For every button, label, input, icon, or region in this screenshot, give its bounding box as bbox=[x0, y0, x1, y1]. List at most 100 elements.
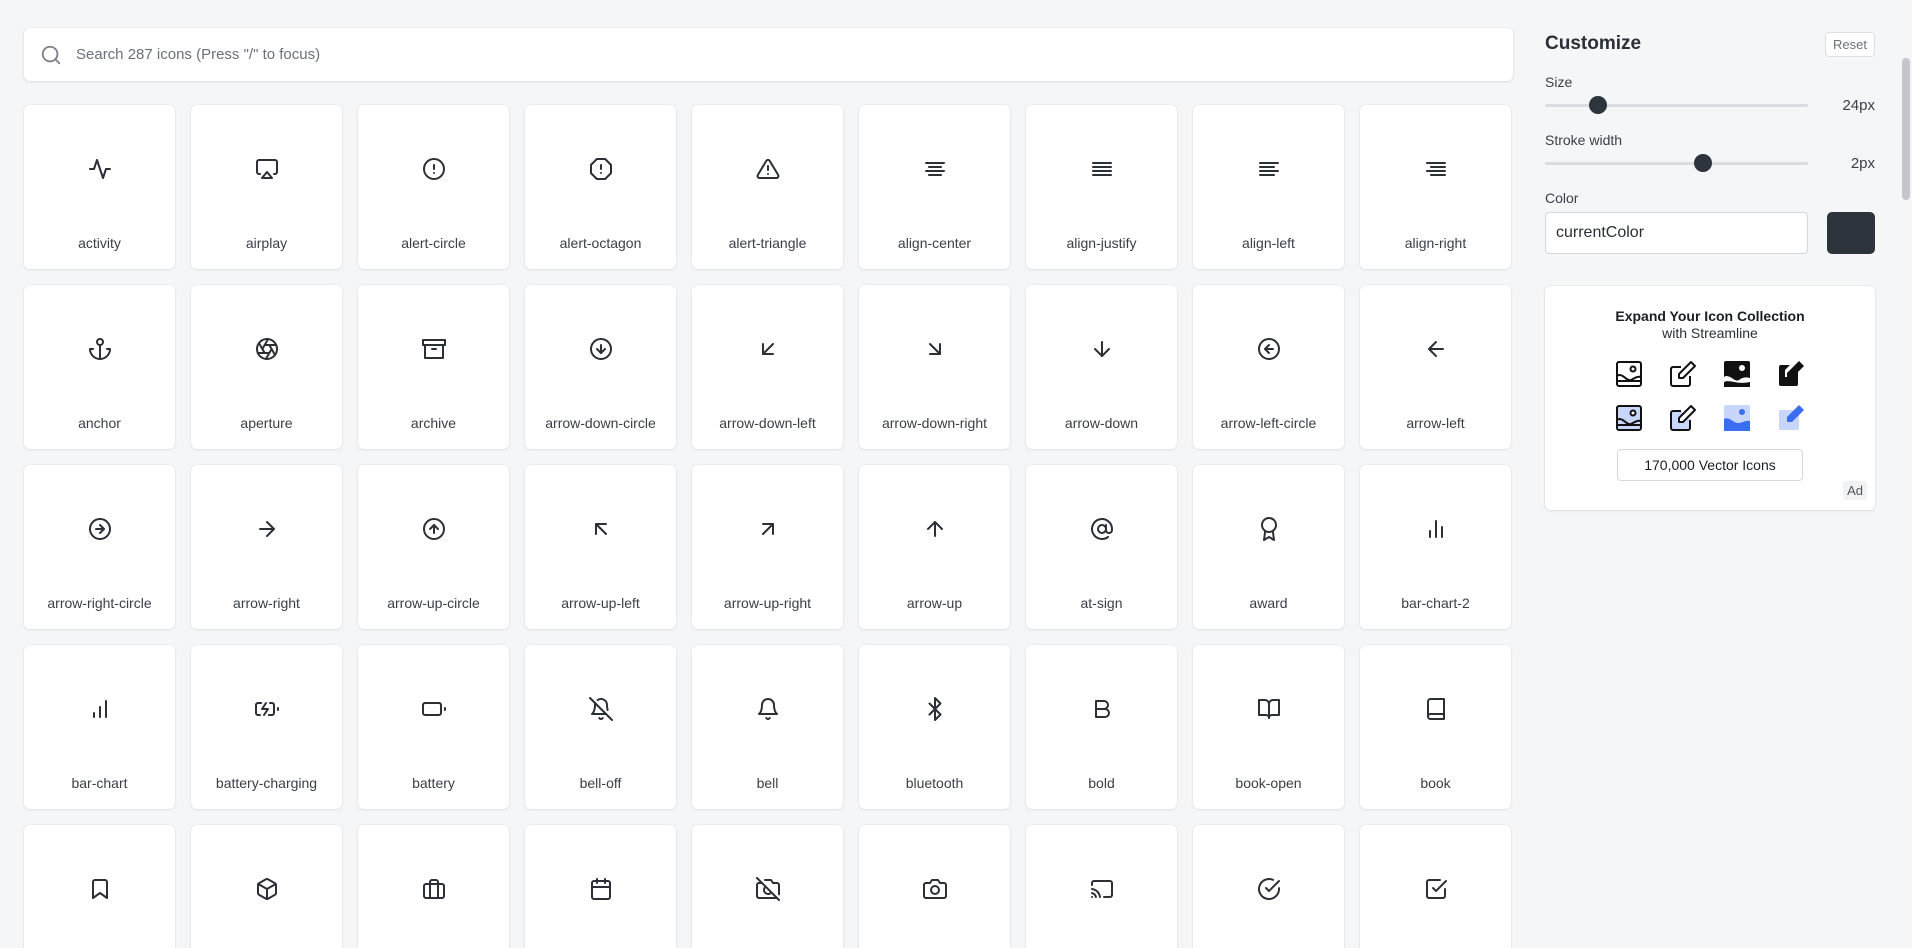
icon-card[interactable]: bar-chart-2 bbox=[1360, 465, 1511, 629]
alert-triangle-icon bbox=[756, 157, 780, 181]
icon-card[interactable]: airplay bbox=[191, 105, 342, 269]
icon-card-label: arrow-right-circle bbox=[47, 595, 152, 611]
icon-card[interactable]: arrow-down-left bbox=[692, 285, 843, 449]
icon-card[interactable]: alert-octagon bbox=[525, 105, 676, 269]
book-icon bbox=[1424, 697, 1448, 721]
icon-card[interactable]: arrow-down-right bbox=[859, 285, 1010, 449]
icon-card[interactable]: book bbox=[1360, 645, 1511, 809]
icon-card[interactable]: arrow-down bbox=[1026, 285, 1177, 449]
icon-card[interactable] bbox=[358, 825, 509, 948]
icon-card[interactable]: arrow-right bbox=[191, 465, 342, 629]
icon-card[interactable]: at-sign bbox=[1026, 465, 1177, 629]
camera-off-icon bbox=[755, 877, 780, 901]
icon-card-label: alert-octagon bbox=[559, 235, 642, 251]
stroke-width-slider-thumb[interactable] bbox=[1693, 153, 1712, 172]
icon-card[interactable]: arrow-up-circle bbox=[358, 465, 509, 629]
bar-chart-icon bbox=[88, 697, 112, 721]
icon-card-label: arrow-left-circle bbox=[1220, 415, 1317, 431]
book-open-icon bbox=[1257, 697, 1281, 721]
icon-card[interactable]: align-right bbox=[1360, 105, 1511, 269]
edit-solid-icon bbox=[1779, 361, 1804, 386]
arrow-up-icon bbox=[923, 517, 947, 541]
bluetooth-icon bbox=[923, 697, 947, 721]
size-label: Size bbox=[1545, 74, 1573, 90]
arrow-left-icon bbox=[1424, 337, 1448, 361]
icon-card[interactable]: arrow-up-right bbox=[692, 465, 843, 629]
icon-card-label: bar-chart-2 bbox=[1401, 595, 1470, 611]
size-slider-row: 24px bbox=[1545, 92, 1875, 118]
icon-card-label: arrow-left bbox=[1406, 415, 1465, 431]
customize-title: Customize bbox=[1545, 33, 1642, 54]
icon-card[interactable]: bar-chart bbox=[24, 645, 175, 809]
icon-card[interactable]: battery bbox=[358, 645, 509, 809]
size-slider-thumb[interactable] bbox=[1588, 95, 1607, 114]
icon-card-label: arrow-down-left bbox=[719, 415, 816, 431]
camera-icon bbox=[922, 877, 947, 901]
size-value: 24px bbox=[1842, 96, 1875, 114]
icon-card[interactable]: aperture bbox=[191, 285, 342, 449]
battery-icon bbox=[421, 697, 446, 721]
airplay-icon bbox=[255, 157, 279, 181]
icon-card[interactable] bbox=[191, 825, 342, 948]
icon-card[interactable]: bluetooth bbox=[859, 645, 1010, 809]
icon-card-label: book-open bbox=[1235, 775, 1302, 791]
icon-card-label: airplay bbox=[245, 235, 288, 251]
icon-card[interactable]: alert-triangle bbox=[692, 105, 843, 269]
bell-off-icon bbox=[588, 697, 613, 721]
icon-grid: activity airplay alert-circle alert-octagon… bbox=[24, 105, 1513, 948]
stroke-slider-row: 2px bbox=[1545, 150, 1875, 176]
icon-card[interactable] bbox=[859, 825, 1010, 948]
icon-card-label: aperture bbox=[240, 415, 293, 431]
align-right-icon bbox=[1424, 157, 1448, 181]
briefcase-icon bbox=[422, 877, 446, 901]
icon-card[interactable]: archive bbox=[358, 285, 509, 449]
icon-card[interactable]: book-open bbox=[1193, 645, 1344, 809]
check-square-icon bbox=[1424, 877, 1448, 901]
icon-card[interactable]: arrow-left bbox=[1360, 285, 1511, 449]
icon-card-label: activity bbox=[78, 235, 121, 251]
image-duo-icon bbox=[1616, 405, 1642, 431]
search-bar[interactable] bbox=[24, 28, 1513, 81]
archive-icon bbox=[421, 337, 446, 361]
icon-card[interactable]: battery-charging bbox=[191, 645, 342, 809]
color-input[interactable] bbox=[1545, 212, 1808, 254]
at-sign-icon bbox=[1090, 517, 1114, 541]
icon-card-label: battery-charging bbox=[215, 775, 318, 791]
icon-card[interactable] bbox=[1193, 825, 1344, 948]
icon-card-label: bell-off bbox=[579, 775, 622, 791]
icon-card[interactable] bbox=[1026, 825, 1177, 948]
icon-card[interactable]: bold bbox=[1026, 645, 1177, 809]
icon-card[interactable]: activity bbox=[24, 105, 175, 269]
icon-card[interactable]: align-center bbox=[859, 105, 1010, 269]
icon-card[interactable]: arrow-down-circle bbox=[525, 285, 676, 449]
streamline-ad[interactable]: Expand Your Icon Collection with Streaml… bbox=[1545, 286, 1875, 510]
stroke-width-slider[interactable] bbox=[1545, 153, 1808, 172]
icon-card[interactable]: align-left bbox=[1193, 105, 1344, 269]
icon-card-label: align-left bbox=[1242, 235, 1295, 251]
icon-card[interactable]: arrow-up-left bbox=[525, 465, 676, 629]
icon-card[interactable] bbox=[1360, 825, 1511, 948]
icon-card[interactable]: anchor bbox=[24, 285, 175, 449]
scrollbar-thumb[interactable] bbox=[1902, 58, 1910, 200]
reset-button[interactable]: Reset bbox=[1825, 31, 1875, 57]
icon-card[interactable]: arrow-right-circle bbox=[24, 465, 175, 629]
icon-card[interactable]: arrow-up bbox=[859, 465, 1010, 629]
color-swatch[interactable] bbox=[1827, 212, 1875, 254]
icon-card[interactable]: bell-off bbox=[525, 645, 676, 809]
image-flat-blue-icon bbox=[1724, 405, 1750, 431]
size-slider[interactable] bbox=[1545, 95, 1808, 114]
icon-card[interactable]: alert-circle bbox=[358, 105, 509, 269]
icon-card[interactable] bbox=[24, 825, 175, 948]
icon-card[interactable]: arrow-left-circle bbox=[1193, 285, 1344, 449]
icon-card[interactable]: bell bbox=[692, 645, 843, 809]
icon-card[interactable] bbox=[692, 825, 843, 948]
align-justify-icon bbox=[1090, 157, 1114, 181]
page-scrollbar[interactable] bbox=[1900, 0, 1912, 948]
search-input[interactable] bbox=[76, 46, 1376, 63]
ad-cta-button[interactable]: 170,000 Vector Icons bbox=[1617, 449, 1803, 481]
icon-card[interactable]: align-justify bbox=[1026, 105, 1177, 269]
ad-title: Expand Your Icon Collection bbox=[1615, 308, 1805, 324]
icon-card[interactable] bbox=[525, 825, 676, 948]
icon-card[interactable]: award bbox=[1193, 465, 1344, 629]
battery-charging-icon bbox=[254, 697, 279, 721]
